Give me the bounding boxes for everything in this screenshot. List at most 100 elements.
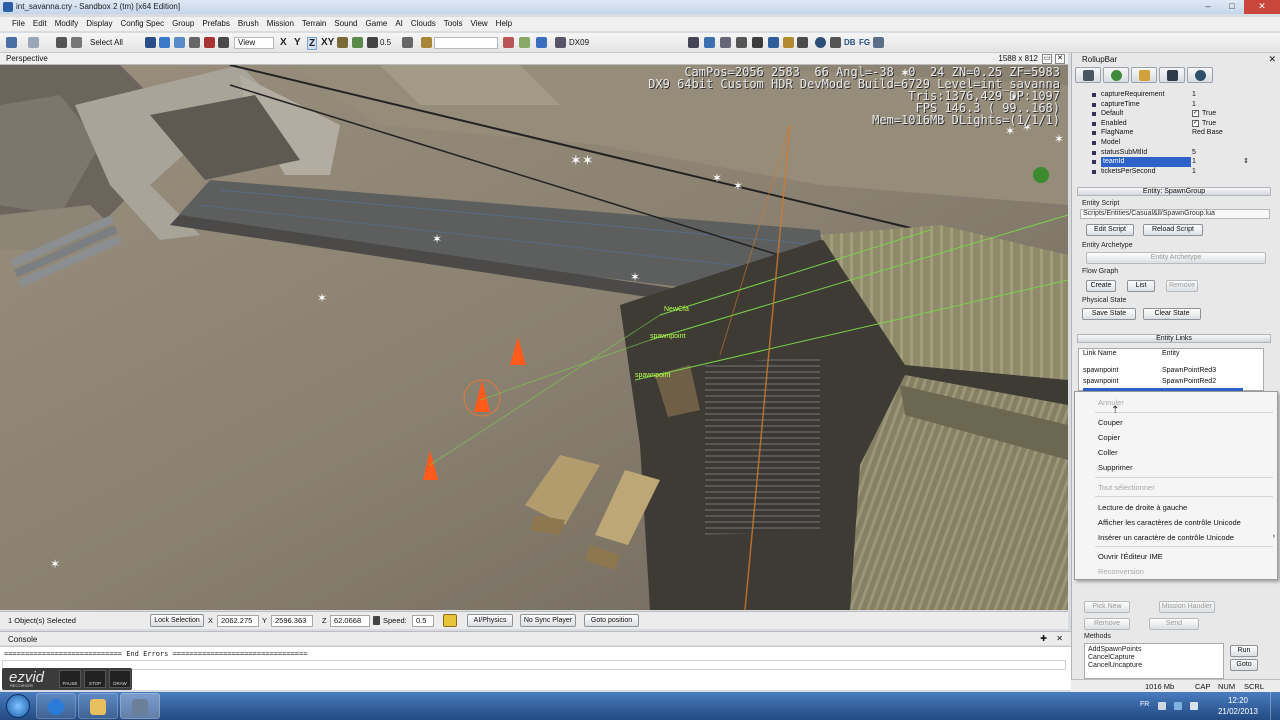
lighting-icon[interactable] [830, 37, 841, 48]
pause-button[interactable]: PAUSE [59, 670, 81, 688]
clock[interactable]: 12:20 21/02/2013 [1218, 695, 1258, 717]
vegetation-icon[interactable] [519, 37, 530, 48]
axis-z-button[interactable]: Z [307, 37, 318, 50]
lock-icon[interactable] [373, 616, 380, 625]
axis-y-button[interactable]: Y [294, 37, 301, 48]
camera-icon[interactable] [218, 37, 229, 48]
rotate-tool-icon[interactable] [174, 37, 185, 48]
angle-snap-icon[interactable] [402, 37, 413, 48]
property-row[interactable]: ticketsPerSecond 1 [1090, 167, 1276, 177]
rollup-close-icon[interactable]: ✕ [1268, 54, 1276, 65]
goto-position-button[interactable]: Goto position [584, 614, 639, 627]
show-desktop-button[interactable] [1270, 692, 1280, 720]
tab-modify[interactable] [1131, 67, 1157, 83]
method-item[interactable]: AddSpawnPoints [1088, 646, 1141, 653]
terrain-icon[interactable] [337, 37, 348, 48]
database-icon[interactable] [768, 37, 779, 48]
menu-item-cut[interactable]: Couper [1098, 418, 1123, 427]
close-button[interactable]: ✕ [1244, 0, 1280, 14]
edit-script-button[interactable]: Edit Script [1086, 224, 1134, 236]
menu-brush[interactable]: Brush [234, 17, 263, 31]
redo-icon[interactable] [28, 37, 39, 48]
run-button[interactable]: Run [1230, 645, 1258, 657]
lock-selection-button[interactable]: Lock Selection [150, 614, 204, 627]
grid-size-value[interactable]: 0.5 [380, 36, 391, 50]
tray-arrow-icon[interactable] [1158, 702, 1166, 710]
send-button[interactable]: Send [1149, 618, 1199, 630]
property-row[interactable]: captureRequirement 1 [1090, 90, 1276, 100]
z-coordinate-field[interactable]: 62.0668 [330, 615, 370, 627]
menu-config-spec[interactable]: Config Spec [116, 17, 168, 31]
ai-physics-button[interactable]: AI/Physics [467, 614, 513, 627]
tab-display[interactable] [1159, 67, 1185, 83]
menu-item-delete[interactable]: Supprimer [1098, 463, 1133, 472]
console-input[interactable] [2, 660, 1066, 670]
property-row[interactable]: Enabled ✓ True [1090, 119, 1276, 129]
undo-icon[interactable] [6, 37, 17, 48]
menu-item-rtl-reading[interactable]: Lecture de droite à gauche [1098, 503, 1187, 512]
speed-icon[interactable] [443, 614, 457, 627]
menu-item-select-all[interactable]: Tout sélectionner [1098, 483, 1155, 492]
scale-tool-icon[interactable] [189, 37, 200, 48]
render-mode-label[interactable]: DX09 [569, 36, 589, 50]
property-row[interactable]: captureTime 1 [1090, 100, 1276, 110]
layer-dropdown[interactable] [434, 37, 498, 49]
terrain-snap-icon[interactable] [204, 37, 215, 48]
menu-file[interactable]: File [8, 17, 29, 31]
menu-clouds[interactable]: Clouds [407, 17, 440, 31]
goto-button[interactable]: Goto [1230, 659, 1258, 671]
taskbar-sandbox[interactable] [120, 693, 160, 719]
network-icon[interactable] [1174, 702, 1182, 710]
property-row[interactable]: FlagName Red Base [1090, 128, 1276, 138]
spinner-icon[interactable]: ⇕ [1243, 157, 1249, 167]
menu-modify[interactable]: Modify [51, 17, 83, 31]
language-indicator[interactable]: FR [1140, 701, 1149, 708]
link-name-header[interactable]: Link Name [1083, 349, 1116, 359]
method-item[interactable]: CancelCapture [1088, 654, 1135, 661]
objects-icon[interactable] [352, 37, 363, 48]
render-icon[interactable] [536, 37, 547, 48]
start-button[interactable] [6, 694, 30, 718]
draw-button[interactable]: DRAW [109, 670, 131, 688]
menu-group[interactable]: Group [168, 17, 198, 31]
link-row[interactable]: spawnpoint SpawnPointRed3 [1079, 366, 1263, 376]
fg-button[interactable]: FG [859, 36, 870, 50]
entity-script-path[interactable]: Scripts/Entities/Casual&ll/SpawnGroup.lu… [1080, 209, 1270, 219]
menu-display[interactable]: Display [82, 17, 116, 31]
viewport-label[interactable]: Perspective [6, 54, 48, 63]
menu-item-show-unicode[interactable]: Afficher les caractères de contrôle Unic… [1098, 518, 1241, 527]
menu-game[interactable]: Game [362, 17, 392, 31]
entity-section-header[interactable]: Entity: SpawnGroup [1077, 187, 1271, 196]
physics-icon[interactable] [704, 37, 715, 48]
console-pin-icon[interactable]: ✚ [1040, 634, 1047, 643]
menu-mission[interactable]: Mission [263, 17, 298, 31]
viewport-close-icon[interactable]: ✕ [1055, 54, 1065, 64]
pick-new-button[interactable]: Pick New [1084, 601, 1130, 613]
menu-prefabs[interactable]: Prefabs [198, 17, 234, 31]
link-icon[interactable] [56, 37, 67, 48]
clear-state-button[interactable]: Clear State [1143, 308, 1201, 320]
taskbar-explorer[interactable] [78, 693, 118, 719]
menu-terrain[interactable]: Terrain [298, 17, 330, 31]
menu-tools[interactable]: Tools [440, 17, 467, 31]
stop-button[interactable]: STOP [84, 670, 106, 688]
entity-archetype-button[interactable]: Entity Archetype [1086, 252, 1266, 264]
db-button[interactable]: DB [844, 36, 856, 50]
grid-icon[interactable] [367, 37, 378, 48]
menu-item-copy[interactable]: Copier [1098, 433, 1120, 442]
remove-link-button[interactable]: Remove [1084, 618, 1130, 630]
snap-icon[interactable] [688, 37, 699, 48]
link-row[interactable]: spawnpoint SpawnPointRed2 [1079, 377, 1263, 387]
property-row[interactable]: Default ✓ True [1090, 109, 1276, 119]
minimize-button[interactable]: – [1196, 0, 1220, 14]
method-item[interactable]: CancelUncapture [1088, 662, 1142, 669]
property-row-selected[interactable]: teamId 1 ⇕ [1090, 157, 1276, 167]
menu-item-open-ime[interactable]: Ouvrir l'Éditeur IME [1098, 552, 1163, 561]
default-checkbox[interactable]: ✓ [1192, 110, 1199, 118]
y-coordinate-field[interactable]: 2596.363 [271, 615, 313, 627]
tab-terrain[interactable] [1103, 67, 1129, 83]
tab-objects[interactable] [1075, 67, 1101, 83]
axis-xy-button[interactable]: XY [321, 37, 334, 48]
game-icon[interactable] [736, 37, 747, 48]
no-sync-player-button[interactable]: No Sync Player [520, 614, 576, 627]
